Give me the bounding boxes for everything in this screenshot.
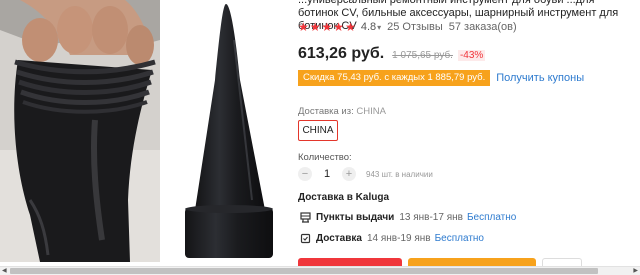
coupon-banner: Скидка 75,43 руб. с каждых 1 885,79 руб.	[298, 70, 491, 86]
buy-now-button[interactable]	[298, 258, 402, 266]
scroll-left-icon[interactable]: ◀	[2, 268, 8, 274]
reviews-link[interactable]: 25 Отзывы	[387, 21, 443, 33]
current-price: 613,26 руб.	[298, 45, 385, 62]
old-price: 1 075,65 руб.	[392, 50, 453, 61]
boot-photo-image	[0, 0, 160, 262]
delivery-option-courier[interactable]: Доставка 14 янв-19 янв Бесплатно	[300, 231, 484, 245]
horizontal-scrollbar[interactable]: ◀ ▶	[0, 266, 640, 275]
delivery-option-name: Доставка	[316, 232, 362, 244]
wishlist-button[interactable]	[542, 258, 582, 266]
delivery-truck-icon	[300, 233, 311, 243]
quantity-stepper: − 1 + 943 шт. в наличии	[298, 165, 433, 183]
coupon-row: Скидка 75,43 руб. с каждых 1 885,79 руб.…	[298, 70, 584, 86]
quantity-decrease-button[interactable]: −	[298, 167, 312, 181]
quantity-increase-button[interactable]: +	[342, 167, 356, 181]
chevron-down-icon[interactable]: ▾	[377, 23, 381, 32]
delivery-option-name: Пункты выдачи	[316, 211, 395, 223]
delivery-option-price: Бесплатно	[466, 211, 517, 223]
delivery-destination[interactable]: Доставка в Kaluga	[298, 192, 389, 203]
rating-stars: ★ ★ ★ ★ ★	[298, 21, 356, 33]
star-icon: ★	[333, 20, 345, 34]
delivery-option-price: Бесплатно	[434, 232, 484, 244]
discount-badge: -43%	[457, 50, 486, 61]
scroll-right-icon[interactable]: ▶	[632, 268, 638, 274]
get-coupons-link[interactable]: Получить купоны	[496, 72, 584, 84]
add-to-cart-button[interactable]	[408, 258, 536, 266]
ship-from-value: CHINA	[356, 106, 386, 117]
action-buttons	[298, 258, 640, 266]
ship-from-option-china[interactable]: CHINA	[298, 120, 338, 141]
delivery-option-dates: 14 янв-19 янв	[366, 232, 431, 244]
ship-from-caption: Доставка из:	[298, 106, 354, 117]
rating-value[interactable]: 4.8	[361, 21, 376, 33]
cone-product-image	[185, 4, 273, 258]
star-icon: ★	[298, 20, 309, 34]
star-icon: ★	[321, 20, 333, 34]
star-icon: ★	[345, 20, 356, 34]
product-main-photo[interactable]	[160, 0, 296, 262]
star-icon: ★	[309, 20, 321, 34]
pickup-point-icon	[300, 211, 311, 223]
rating-row: ★ ★ ★ ★ ★ 4.8 ▾ 25 Отзывы 57 заказа(ов)	[298, 20, 517, 34]
ship-from-label: Доставка из: CHINA	[298, 106, 386, 117]
orders-count: 57 заказа(ов)	[448, 21, 517, 33]
stock-count: 943 шт. в наличии	[366, 169, 433, 179]
delivery-option-pickup[interactable]: Пункты выдачи 13 янв-17 янв Бесплатно	[300, 210, 516, 224]
price-row: 613,26 руб. 1 075,65 руб. -43%	[298, 45, 486, 63]
quantity-label: Количество:	[298, 152, 352, 163]
quantity-input[interactable]: 1	[312, 168, 342, 180]
delivery-option-dates: 13 янв-17 янв	[399, 211, 463, 223]
product-thumbnail-photo[interactable]	[0, 0, 160, 262]
scrollbar-thumb[interactable]	[10, 268, 598, 274]
product-info-panel: ...универсальный ремонтный инструмент дл…	[298, 0, 640, 262]
